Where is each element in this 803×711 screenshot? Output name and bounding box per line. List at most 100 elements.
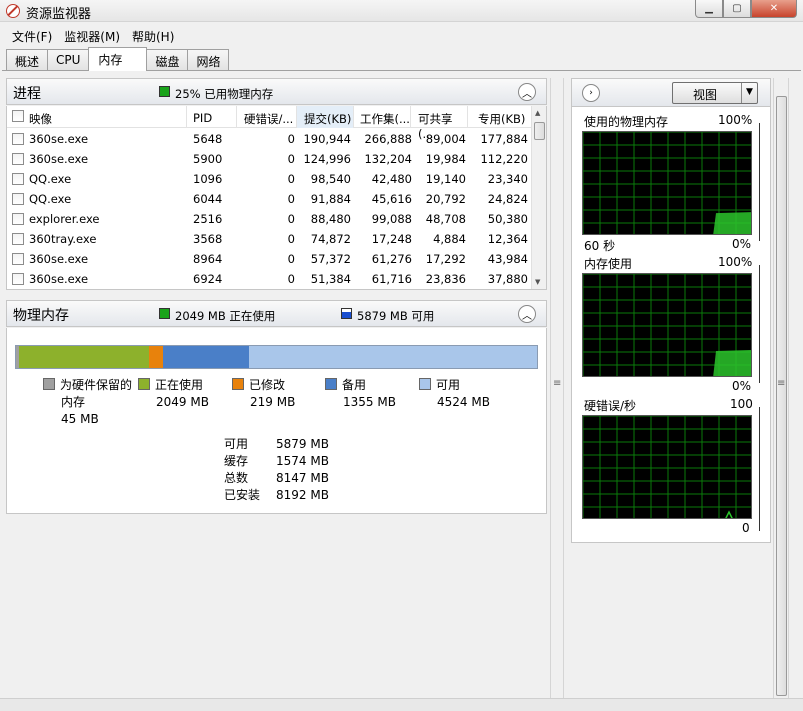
window-title: 资源监视器	[26, 7, 92, 22]
physical-memory-panel: 物理内存 2049 MB 正在使用 5879 MB 可用 ︿ 为硬件保留的 内存…	[6, 300, 547, 514]
column-pid[interactable]: PID	[187, 106, 237, 128]
cell-working-set: 61,276	[371, 252, 412, 266]
view-button-label: 视图	[693, 88, 718, 102]
collapse-processes-button[interactable]: ︿	[518, 83, 536, 101]
cell-working-set: 45,616	[371, 192, 412, 206]
processes-header[interactable]: 进程 25% 已用物理内存 ︿	[6, 78, 547, 105]
stat-installed: 已安装 8192 MB	[224, 488, 329, 502]
cell-shareable: 4,884	[433, 232, 466, 246]
row-checkbox[interactable]	[12, 213, 24, 225]
tab-overview[interactable]: 概述	[6, 49, 49, 70]
memory-bar-segment-modified	[149, 346, 164, 368]
cell-pid: 6924	[193, 272, 223, 286]
table-row[interactable]: 360tray.exe 3568 0 74,872 17,248 4,884 12,364	[7, 229, 532, 249]
legend-label: 已修改	[249, 378, 286, 392]
legend-value: 2049 MB	[156, 395, 209, 409]
menu-monitor[interactable]: 监视器(M)	[58, 26, 126, 46]
menu-help[interactable]: 帮助(H)	[126, 26, 180, 46]
table-row[interactable]: 360se.exe 5648 0 190,944 266,888 89,004 177,88…	[7, 129, 532, 149]
view-dropdown-button[interactable]: 视图 ▼	[672, 82, 758, 104]
scroll-down-icon[interactable]: ▼	[535, 278, 540, 286]
row-checkbox[interactable]	[12, 253, 24, 265]
graph-min-hard-faults: 0	[742, 521, 750, 535]
graph-series	[713, 212, 751, 234]
expand-graphs-button[interactable]: ›	[582, 84, 600, 102]
cell-image: 360tray.exe	[29, 232, 97, 246]
cell-hard-faults: 0	[287, 272, 295, 286]
cell-commit: 74,872	[310, 232, 351, 246]
table-row[interactable]: 360se.exe 6924 0 51,384 61,716 23,836 37,880	[7, 269, 532, 289]
legend-free: 可用 4524 MB	[419, 377, 490, 411]
row-checkbox[interactable]	[12, 233, 24, 245]
physical-memory-title: 物理内存	[13, 308, 69, 324]
table-row[interactable]: 360se.exe 5900 0 124,996 132,204 19,984 112,22…	[7, 149, 532, 169]
row-checkbox[interactable]	[12, 153, 24, 165]
column-commit[interactable]: 提交(KB)	[297, 106, 354, 128]
column-hard-faults[interactable]: 硬错误/...	[237, 106, 297, 128]
table-header: 映像 PID 硬错误/... 提交(KB) 工作集(... 可共享(... 专用…	[7, 106, 532, 141]
available-legend-icon	[341, 308, 352, 319]
row-checkbox[interactable]	[12, 273, 24, 285]
row-checkbox[interactable]	[12, 193, 24, 205]
cell-hard-faults: 0	[287, 212, 295, 226]
menu-file[interactable]: 文件(F)	[6, 26, 58, 46]
legend-label: 正在使用	[155, 378, 204, 392]
scroll-thumb[interactable]	[534, 122, 545, 140]
row-checkbox[interactable]	[12, 173, 24, 185]
chevron-up-icon: ︿	[522, 88, 532, 100]
tab-cpu[interactable]: CPU	[47, 49, 90, 70]
cell-commit: 98,540	[310, 172, 351, 186]
cell-private: 37,880	[487, 272, 528, 286]
grip-icon[interactable]: ≡	[777, 378, 785, 389]
cell-commit: 88,480	[310, 212, 351, 226]
column-shareable[interactable]: 可共享(...	[411, 106, 468, 141]
cell-shareable: 20,792	[425, 192, 466, 206]
graph-max-memory-usage: 100%	[718, 255, 753, 269]
graphs-panel: › 视图 ▼ 使用的物理内存 100% 60 秒 0% 内存使用 100% 0%…	[571, 78, 771, 543]
cell-image: 360se.exe	[29, 132, 89, 146]
graph-series	[713, 350, 751, 376]
tab-disk[interactable]: 磁盘	[146, 49, 189, 70]
cell-shareable: 89,004	[425, 132, 466, 146]
table-row[interactable]: explorer.exe 2516 0 88,480 99,088 48,708 50,38…	[7, 209, 532, 229]
tab-memory[interactable]: 内存	[88, 47, 148, 71]
maximize-button[interactable]: ▢	[723, 0, 751, 18]
table-row[interactable]: QQ.exe 6044 0 91,884 45,616 20,792 24,824	[7, 189, 532, 209]
close-button[interactable]: ✕	[751, 0, 797, 18]
pane-splitter[interactable]: ≡	[548, 78, 566, 698]
legend-modified: 已修改 219 MB	[232, 377, 295, 411]
memory-bar-segment-standby	[163, 346, 250, 368]
graphs-scroll-thumb[interactable]	[776, 96, 787, 696]
graph-scale	[754, 265, 760, 383]
left-pane: 进程 25% 已用物理内存 ︿ 映像 PID 硬错误/... 提交(KB) 工作…	[6, 78, 547, 514]
column-private[interactable]: 专用(KB)	[468, 106, 532, 128]
column-working-set[interactable]: 工作集(...	[354, 106, 411, 128]
table-row[interactable]: QQ.exe 1096 0 98,540 42,480 19,140 23,340	[7, 169, 532, 189]
minimize-button[interactable]: ▁	[695, 0, 723, 18]
modified-swatch	[232, 378, 244, 390]
cell-shareable: 23,836	[425, 272, 466, 286]
graph-scale	[754, 407, 760, 531]
in-use-summary: 2049 MB 正在使用	[175, 309, 276, 323]
cell-image: explorer.exe	[29, 212, 100, 226]
menu-bar: 文件(F) 监视器(M) 帮助(H)	[0, 26, 180, 46]
column-image[interactable]: 映像	[7, 106, 187, 128]
tab-network[interactable]: 网络	[187, 49, 230, 70]
cell-private: 43,984	[487, 252, 528, 266]
cell-hard-faults: 0	[287, 152, 295, 166]
grip-icon[interactable]: ≡	[553, 378, 561, 389]
resource-monitor-icon	[6, 4, 20, 18]
cell-private: 50,380	[487, 212, 528, 226]
dropdown-arrow-icon: ▼	[741, 83, 757, 103]
row-checkbox[interactable]	[12, 133, 24, 145]
table-row[interactable]: 360se.exe 8964 0 57,372 61,276 17,292 43,984	[7, 249, 532, 269]
graphs-header: › 视图 ▼	[572, 79, 770, 107]
legend-value: 4524 MB	[437, 395, 490, 409]
processes-scrollbar[interactable]: ▲ ▼	[531, 106, 546, 289]
cell-shareable: 48,708	[425, 212, 466, 226]
graphs-scrollbar[interactable]: ≡	[773, 78, 789, 698]
scroll-up-icon[interactable]: ▲	[535, 109, 540, 117]
cell-hard-faults: 0	[287, 252, 295, 266]
collapse-memory-button[interactable]: ︿	[518, 305, 536, 323]
physical-memory-header[interactable]: 物理内存 2049 MB 正在使用 5879 MB 可用 ︿	[6, 300, 547, 327]
